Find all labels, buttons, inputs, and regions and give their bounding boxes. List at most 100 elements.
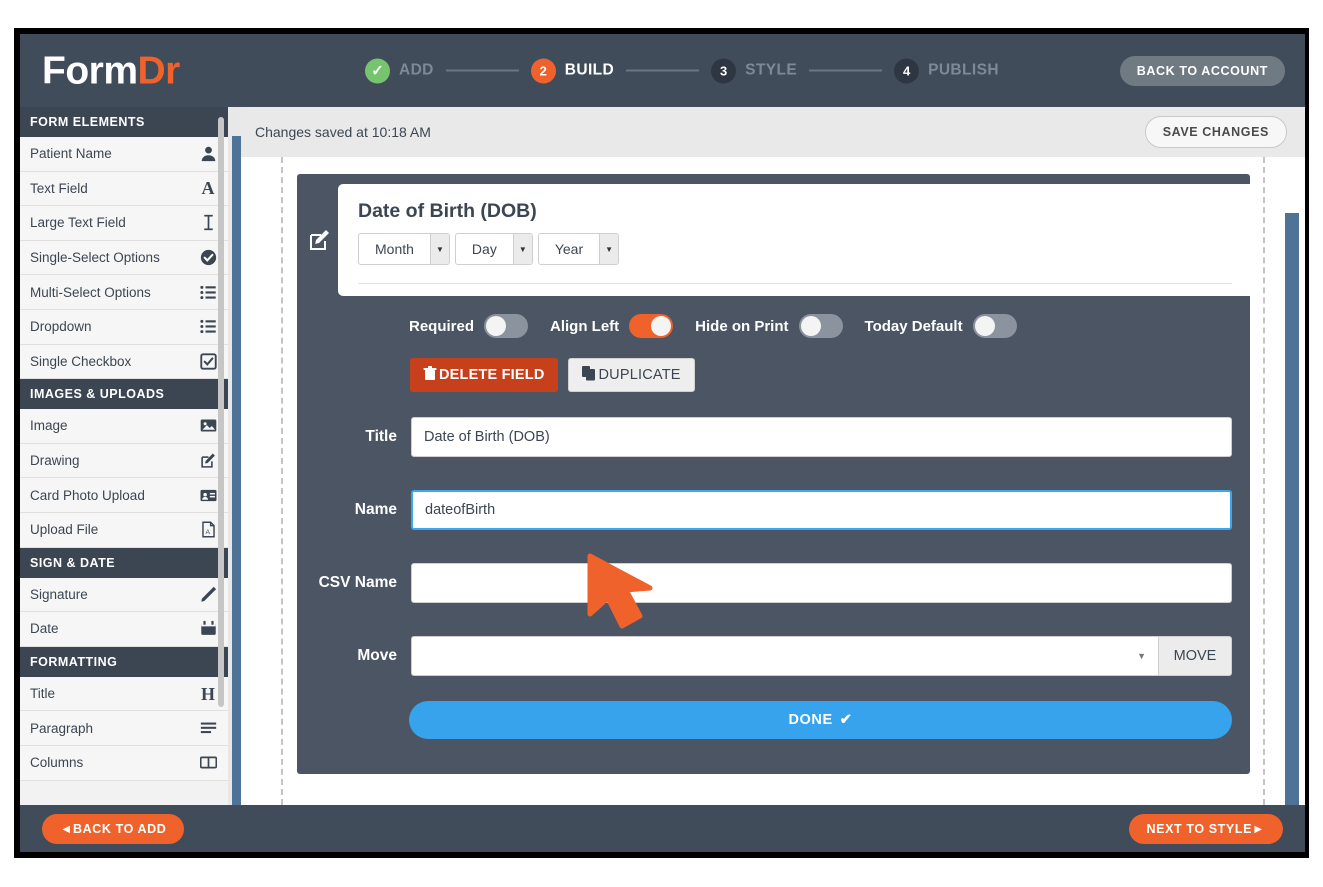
pdf-file-icon: A [198,521,218,538]
form-elements-sidebar[interactable]: FORM ELEMENTSPatient NameText FieldALarg… [20,107,228,805]
check-icon: ✔ [840,712,853,728]
list-icon [198,318,218,335]
sidebar-item-label: Dropdown [30,319,92,334]
sidebar-item-upload-file[interactable]: Upload FileA [20,513,228,548]
sidebar-item-date[interactable]: Date [20,612,228,647]
year-select-label: Year [539,234,599,264]
step-label-add: ADD [399,62,434,80]
step-connector-3 [809,70,882,72]
sidebar-item-drawing[interactable]: Drawing [20,444,228,479]
title-row: Title [297,417,1250,457]
sidebar-item-signature[interactable]: Signature [20,578,228,613]
sidebar-item-patient-name[interactable]: Patient Name [20,137,228,172]
field-action-buttons: DELETE FIELD DUPLICATE [410,358,695,392]
sidebar-item-label: Columns [30,755,83,770]
step-add[interactable]: ✓ ADD [365,58,434,83]
toggle-align-left[interactable] [629,314,673,338]
sidebar-item-card-photo-upload[interactable]: Card Photo Upload [20,478,228,513]
step-badge-add: ✓ [365,58,390,83]
month-select[interactable]: Month ▼ [358,233,450,265]
toggle-knob [486,316,506,336]
sidebar-item-dropdown[interactable]: Dropdown [20,310,228,345]
csv-name-input[interactable] [411,563,1232,603]
sidebar-item-image[interactable]: Image [20,409,228,444]
year-select[interactable]: Year ▼ [538,233,619,265]
sidebar-item-label: Date [30,621,59,636]
sidebar-scrollbar-track[interactable] [220,111,226,801]
main-scrollbar-thumb[interactable] [1285,213,1299,805]
checkbox-icon [198,353,218,370]
columns-icon [198,754,218,771]
check-icon: ✓ [371,63,384,78]
step-publish[interactable]: 4 PUBLISH [894,58,999,83]
screenshot-root: FormDr ✓ ADD 2 BUILD 3 STYLE 4 PUBLISH B… [0,0,1323,887]
chevron-down-icon: ▼ [1137,651,1146,661]
sidebar-item-single-checkbox[interactable]: Single Checkbox [20,345,228,380]
field-preview-title: Date of Birth (DOB) [358,200,1230,223]
sidebar-item-large-text-field[interactable]: Large Text Field [20,206,228,241]
edit-field-icon[interactable] [308,228,332,252]
formdr-app: FormDr ✓ ADD 2 BUILD 3 STYLE 4 PUBLISH B… [20,34,1305,852]
title-input[interactable] [411,417,1232,457]
brand-logo[interactable]: FormDr [42,51,180,90]
sidebar-item-columns[interactable]: Columns [20,746,228,781]
sidebar-item-single-select-options[interactable]: Single-Select Options [20,241,228,276]
toggle-today-default[interactable] [973,314,1017,338]
id-card-icon [198,487,218,504]
toggle-hide-on-print[interactable] [799,314,843,338]
move-select[interactable]: ▼ [411,636,1159,676]
title-label: Title [297,428,411,446]
chevron-down-icon: ▼ [430,234,449,264]
move-button[interactable]: MOVE [1159,636,1232,676]
sidebar-item-label: Single Checkbox [30,354,131,369]
sidebar-item-label: Patient Name [30,146,112,161]
chevron-down-icon: ▼ [513,234,532,264]
sidebar-item-text-field[interactable]: Text FieldA [20,172,228,207]
sidebar-item-label: Signature [30,587,88,602]
sidebar-item-label: Title [30,686,55,701]
chevron-right-icon: ► [1252,822,1265,836]
duplicate-button[interactable]: DUPLICATE [568,358,695,392]
sidebar-item-paragraph[interactable]: Paragraph [20,711,228,746]
next-to-style-button[interactable]: NEXT TO STYLE► [1129,814,1283,844]
date-select-row: Month ▼ Day ▼ Year ▼ [358,233,1230,265]
chevron-down-icon: ▼ [599,234,618,264]
move-control: ▼ MOVE [411,636,1232,676]
name-input[interactable] [411,490,1232,530]
toggle-group: Today Default [865,314,1017,338]
bottom-bar: ◄BACK TO ADD NEXT TO STYLE► [20,805,1305,852]
sidebar-group-header: IMAGES & UPLOADS [20,379,228,409]
device-frame: FormDr ✓ ADD 2 BUILD 3 STYLE 4 PUBLISH B… [14,28,1309,858]
pencil-icon [198,586,218,603]
sidebar-item-title[interactable]: TitleH [20,677,228,712]
check-circle-icon [198,249,218,266]
trash-icon [423,366,437,385]
step-build[interactable]: 2 BUILD [531,58,614,83]
sidebar-scrollbar-thumb[interactable] [218,117,224,707]
save-changes-button[interactable]: SAVE CHANGES [1145,116,1287,148]
left-accent-bar [232,136,241,805]
copy-icon [582,366,596,385]
toggle-required[interactable] [484,314,528,338]
csv-name-row: CSV Name [297,563,1250,603]
text-cursor-icon [198,214,218,231]
sidebar-list: FORM ELEMENTSPatient NameText FieldALarg… [20,107,228,781]
sidebar-item-label: Paragraph [30,721,93,736]
toggle-knob [801,316,821,336]
main-scrollbar-track[interactable] [1285,213,1299,801]
pencil-square-icon [198,452,218,469]
day-select[interactable]: Day ▼ [455,233,533,265]
top-bar: FormDr ✓ ADD 2 BUILD 3 STYLE 4 PUBLISH B… [20,34,1305,107]
svg-text:A: A [205,529,210,536]
sidebar-item-label: Large Text Field [30,215,126,230]
step-label-style: STYLE [745,62,797,80]
back-to-add-button[interactable]: ◄BACK TO ADD [42,814,184,844]
back-to-account-button[interactable]: BACK TO ACCOUNT [1120,56,1285,86]
calendar-icon [198,620,218,637]
form-canvas: Date of Birth (DOB) Month ▼ Day ▼ Year ▼ [241,157,1305,805]
sidebar-item-multi-select-options[interactable]: Multi-Select Options [20,275,228,310]
done-button[interactable]: DONE ✔ [409,701,1232,739]
step-style[interactable]: 3 STYLE [711,58,797,83]
save-status-text: Changes saved at 10:18 AM [255,124,431,140]
delete-field-button[interactable]: DELETE FIELD [410,358,558,392]
